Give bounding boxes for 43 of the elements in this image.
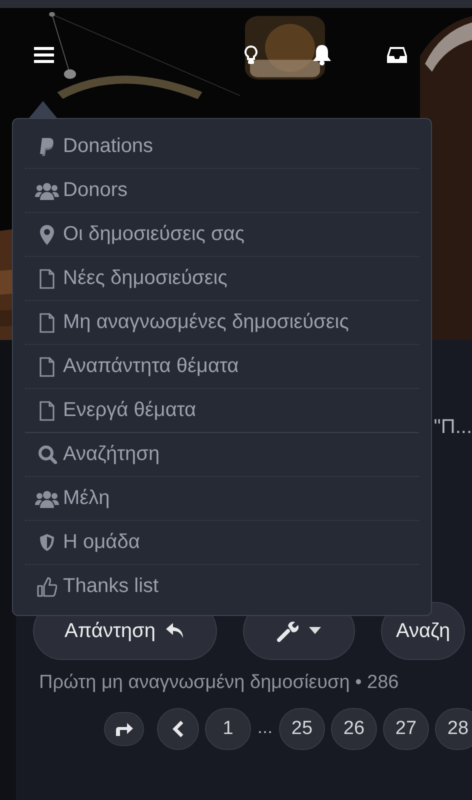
menu-icon[interactable] <box>34 46 54 64</box>
menu-item-label: Thanks list <box>63 575 159 598</box>
reply-icon <box>165 622 186 640</box>
page-button[interactable]: 1 <box>205 708 251 750</box>
menu-item[interactable]: Donations <box>25 125 419 169</box>
bell-icon[interactable] <box>312 44 332 66</box>
menu-item[interactable]: Μέλη <box>25 477 419 521</box>
page-button[interactable]: 25 <box>279 708 325 750</box>
menu-item-label: Ενεργά θέματα <box>63 399 196 422</box>
menu-item[interactable]: Αναπάντητα θέματα <box>25 345 419 389</box>
inbox-icon[interactable] <box>386 46 408 64</box>
menu-item-label: Donors <box>63 179 128 202</box>
previous-page-button[interactable] <box>157 708 199 750</box>
lightbulb-icon[interactable] <box>244 45 258 65</box>
thumbs-up-icon <box>35 576 59 596</box>
caret-icon <box>309 627 321 635</box>
menu-item[interactable]: Οι δημοσιεύσεις σας <box>25 213 419 257</box>
page-button[interactable]: 26 <box>331 708 377 750</box>
menu-item-label: Μη αναγνωσμένες δημοσιεύσεις <box>63 311 349 334</box>
menu-item-label: Νέες δημοσιεύσεις <box>63 267 228 290</box>
menu-item[interactable]: Donors <box>25 169 419 213</box>
chevron-left-icon <box>172 720 184 738</box>
wrench-icon <box>277 620 299 642</box>
menu-item[interactable]: Νέες δημοσιεύσεις <box>25 257 419 301</box>
menu-item-label: Η ομάδα <box>63 531 140 554</box>
menu-item[interactable]: Η ομάδα <box>25 521 419 565</box>
menu-item-label: Μέλη <box>63 487 110 510</box>
status-text: Πρώτη μη αναγνωσμένη δημοσίευση • 286 <box>38 672 400 694</box>
menu-item-label: Donations <box>63 135 154 158</box>
arrow-icon <box>114 722 134 736</box>
jump-button[interactable] <box>104 712 144 746</box>
menu-item[interactable]: Αναζήτηση <box>25 433 419 477</box>
topic-title[interactable]: "Π... <box>434 416 472 446</box>
page-button[interactable]: 27 <box>383 708 429 750</box>
menu-item-label: Αναπάντητα θέματα <box>63 355 239 378</box>
page-button[interactable]: 28 <box>435 708 472 750</box>
ellipsis: … <box>257 720 273 738</box>
menu-item-label: Αναζήτηση <box>63 443 160 466</box>
menu-item-label: Οι δημοσιεύσεις σας <box>63 223 245 246</box>
users-icon <box>35 182 59 200</box>
menu-item[interactable]: Μη αναγνωσμένες δημοσιεύσεις <box>25 301 419 345</box>
menu-item[interactable]: Ενεργά θέματα <box>25 389 419 433</box>
users-icon <box>35 490 59 508</box>
